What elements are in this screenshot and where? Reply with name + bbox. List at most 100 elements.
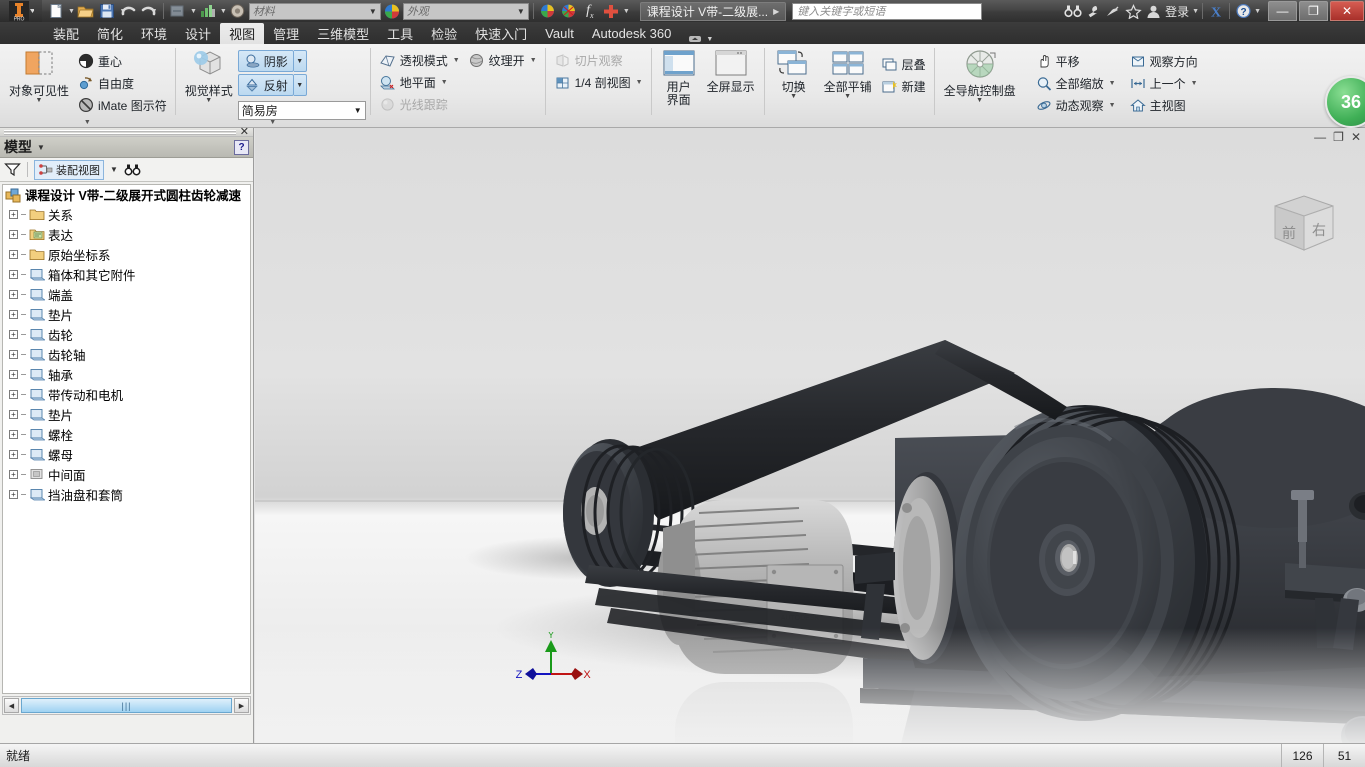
tab-vault[interactable]: Vault bbox=[536, 23, 583, 44]
expand-icon[interactable]: + bbox=[9, 289, 18, 299]
center-of-gravity-button[interactable]: 重心 bbox=[74, 50, 171, 72]
restore-button[interactable]: ❐ bbox=[1299, 1, 1328, 21]
expand-icon[interactable]: + bbox=[9, 249, 18, 259]
shadow-dropdown[interactable]: ▼ bbox=[293, 50, 307, 72]
tree-root-node[interactable]: 课程设计 V带-二级展开式圆柱齿轮减速 bbox=[3, 185, 250, 204]
tree-node-oil-baffle[interactable]: + 挡油盘和套筒 bbox=[3, 484, 250, 504]
visual-style-button[interactable]: 视觉样式 ▼ bbox=[180, 47, 238, 106]
expand-icon[interactable]: + bbox=[9, 449, 18, 459]
expand-icon[interactable]: + bbox=[9, 469, 18, 479]
perspective-dropdown[interactable]: ▼ bbox=[453, 57, 460, 64]
appearance-override-icon[interactable] bbox=[538, 1, 558, 21]
tab-environment[interactable]: 环境 bbox=[132, 23, 176, 44]
appearance-sphere-icon[interactable] bbox=[382, 1, 402, 21]
ground-plane-dropdown[interactable]: ▼ bbox=[441, 79, 448, 86]
tab-view[interactable]: 视图 bbox=[220, 23, 265, 44]
expand-icon[interactable]: + bbox=[9, 269, 18, 279]
expand-icon[interactable]: + bbox=[9, 349, 18, 359]
browser-title-dropdown[interactable]: ▼ bbox=[37, 143, 45, 152]
document-tab[interactable]: 课程设计 V带-二级展... ▶ bbox=[639, 1, 787, 21]
browser-drag-grip[interactable]: ✕ bbox=[0, 126, 253, 137]
tree-node-bearing[interactable]: + 轴承 bbox=[3, 364, 250, 384]
expand-icon[interactable]: + bbox=[9, 329, 18, 339]
tree-node-endcap[interactable]: + 端盖 bbox=[3, 284, 250, 304]
tree-node-nut[interactable]: + 螺母 bbox=[3, 444, 250, 464]
tab-simplify[interactable]: 简化 bbox=[88, 23, 132, 44]
material-browser-icon[interactable] bbox=[228, 1, 248, 21]
parameters-fx-icon[interactable]: fx bbox=[580, 1, 600, 21]
help-icon[interactable]: ? bbox=[1233, 1, 1253, 21]
previous-view-dropdown[interactable]: ▼ bbox=[1191, 80, 1198, 87]
doc-restore-button[interactable]: ❐ bbox=[1333, 130, 1344, 144]
imate-glyph-button[interactable]: iMate 图示符 bbox=[74, 94, 171, 116]
orbit-button[interactable]: 动态观察 ▼ bbox=[1032, 94, 1120, 116]
tree-node-origin[interactable]: + 原始坐标系 bbox=[3, 244, 250, 264]
expand-icon[interactable]: + bbox=[9, 209, 18, 219]
add-plus-icon[interactable] bbox=[601, 1, 621, 21]
appearance-panel-expand[interactable]: ▼ bbox=[269, 119, 276, 126]
view-direction-button[interactable]: 观察方向 bbox=[1126, 50, 1202, 72]
expand-icon[interactable]: + bbox=[9, 489, 18, 499]
bom-icon[interactable] bbox=[198, 1, 218, 21]
tree-node-gear-shaft[interactable]: + 齿轮轴 bbox=[3, 344, 250, 364]
full-navigation-wheel-button[interactable]: 全导航控制盘 ▼ bbox=[939, 47, 1021, 106]
full-navigation-wheel-dropdown[interactable]: ▼ bbox=[976, 97, 983, 104]
user-account-icon[interactable] bbox=[1143, 1, 1163, 21]
object-visibility-dropdown[interactable]: ▼ bbox=[36, 97, 43, 104]
new-doc-icon[interactable] bbox=[46, 1, 66, 21]
tree-node-housing[interactable]: + 箱体和其它附件 bbox=[3, 264, 250, 284]
scroll-left-arrow[interactable]: ◀ bbox=[4, 698, 19, 713]
degrees-of-freedom-button[interactable]: 自由度 bbox=[74, 72, 171, 94]
model-tree[interactable]: 课程设计 V带-二级展开式圆柱齿轮减速 + 关系 + 表达 + 原始坐标系 + … bbox=[2, 184, 251, 694]
reflection-toggle[interactable]: 反射 bbox=[237, 74, 294, 96]
tree-node-belt-motor[interactable]: + 带传动和电机 bbox=[3, 384, 250, 404]
object-visibility-button[interactable]: 对象可见性 ▼ bbox=[4, 47, 74, 106]
style-combo[interactable]: 简易房 ▼ bbox=[237, 101, 366, 120]
tree-node-gasket-1[interactable]: + 垫片 bbox=[3, 304, 250, 324]
expand-icon[interactable]: + bbox=[9, 369, 18, 379]
tree-node-bolt[interactable]: + 螺栓 bbox=[3, 424, 250, 444]
redo-icon[interactable] bbox=[139, 1, 159, 21]
tile-all-dropdown[interactable]: ▼ bbox=[844, 93, 851, 100]
tab-assembly[interactable]: 装配 bbox=[44, 23, 88, 44]
zoom-all-dropdown[interactable]: ▼ bbox=[1109, 80, 1116, 87]
reflection-dropdown[interactable]: ▼ bbox=[293, 74, 307, 96]
help-dropdown[interactable]: ▼ bbox=[1254, 8, 1261, 15]
document-tab-next[interactable]: ▶ bbox=[773, 7, 779, 16]
cascade-button[interactable]: 层叠 bbox=[877, 53, 930, 75]
material-combo[interactable]: 材料 ▼ bbox=[248, 2, 381, 20]
find-binoculars-icon[interactable] bbox=[124, 163, 141, 177]
quarter-section-dropdown[interactable]: ▼ bbox=[636, 79, 643, 86]
previous-view-button[interactable]: 上一个 ▼ bbox=[1126, 72, 1202, 94]
fullscreen-button[interactable]: 全屏显示 bbox=[702, 47, 760, 96]
pan-button[interactable]: 平移 bbox=[1032, 50, 1120, 72]
browser-horizontal-scrollbar[interactable]: ◀ ||| ▶ bbox=[2, 696, 251, 715]
autodesk-360-badge[interactable]: 36 bbox=[1325, 76, 1365, 128]
new-doc-dropdown[interactable]: ▼ bbox=[68, 8, 75, 15]
filter-funnel-icon[interactable] bbox=[4, 162, 21, 177]
user-interface-button[interactable]: 用户 界面 bbox=[656, 47, 702, 109]
home-view-button[interactable]: 主视图 bbox=[1126, 94, 1202, 116]
visibility-panel-expand[interactable]: ▼ bbox=[84, 119, 91, 126]
signin-label[interactable]: 登录 bbox=[1163, 3, 1191, 20]
tree-node-biaoda[interactable]: + 表达 bbox=[3, 224, 250, 244]
tab-tools[interactable]: 工具 bbox=[378, 23, 422, 44]
switch-window-button[interactable]: 切换 ▼ bbox=[769, 47, 819, 102]
search-binoculars-icon[interactable] bbox=[1063, 1, 1083, 21]
view-cube[interactable]: 前 右 bbox=[1265, 188, 1343, 258]
doc-minimize-button[interactable]: — bbox=[1314, 130, 1326, 144]
qat-customize-dropdown[interactable]: ▼ bbox=[623, 8, 630, 15]
visual-style-dropdown[interactable]: ▼ bbox=[205, 97, 212, 104]
favorites-star-icon[interactable] bbox=[1123, 1, 1143, 21]
open-icon[interactable] bbox=[76, 1, 96, 21]
tree-node-guanxi[interactable]: + 关系 bbox=[3, 204, 250, 224]
update-dropdown[interactable]: ▼ bbox=[190, 8, 197, 15]
ribbon-collapse-toggle[interactable]: ▼ bbox=[680, 34, 721, 44]
tab-get-started[interactable]: 快速入门 bbox=[466, 23, 536, 44]
browser-help-icon[interactable]: ? bbox=[234, 139, 249, 155]
tab-design[interactable]: 设计 bbox=[176, 23, 220, 44]
expand-icon[interactable]: + bbox=[9, 429, 18, 439]
expand-icon[interactable]: + bbox=[9, 309, 18, 319]
3d-viewport[interactable]: — ❐ ✕ 前 右 Y X Z bbox=[255, 128, 1365, 743]
expand-icon[interactable]: + bbox=[9, 229, 18, 239]
